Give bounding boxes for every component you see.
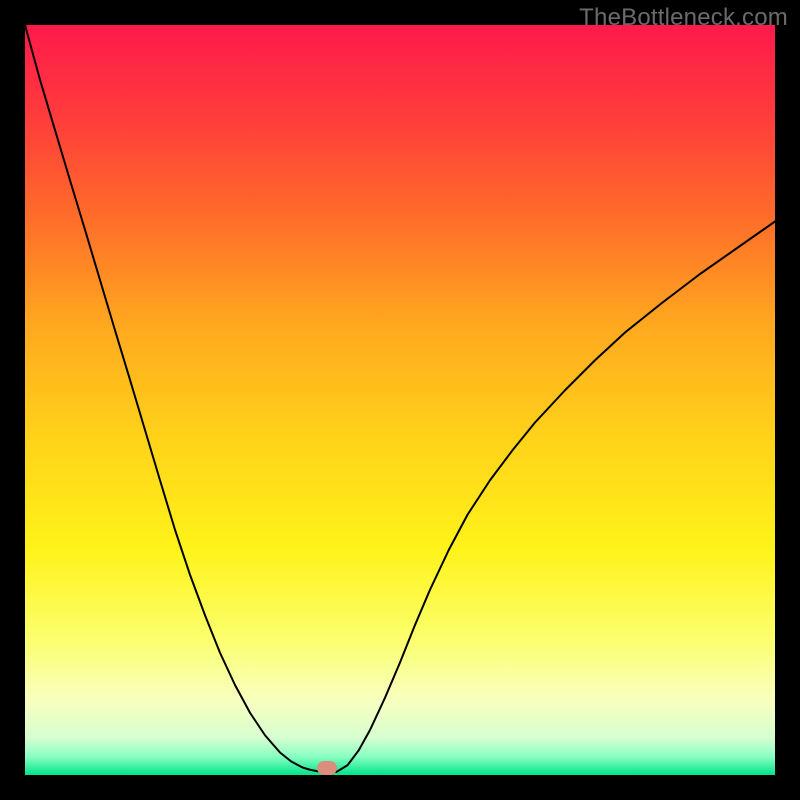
optimal-point-marker	[317, 761, 337, 775]
chart-frame: TheBottleneck.com	[0, 0, 800, 800]
bottleneck-chart	[25, 25, 775, 775]
